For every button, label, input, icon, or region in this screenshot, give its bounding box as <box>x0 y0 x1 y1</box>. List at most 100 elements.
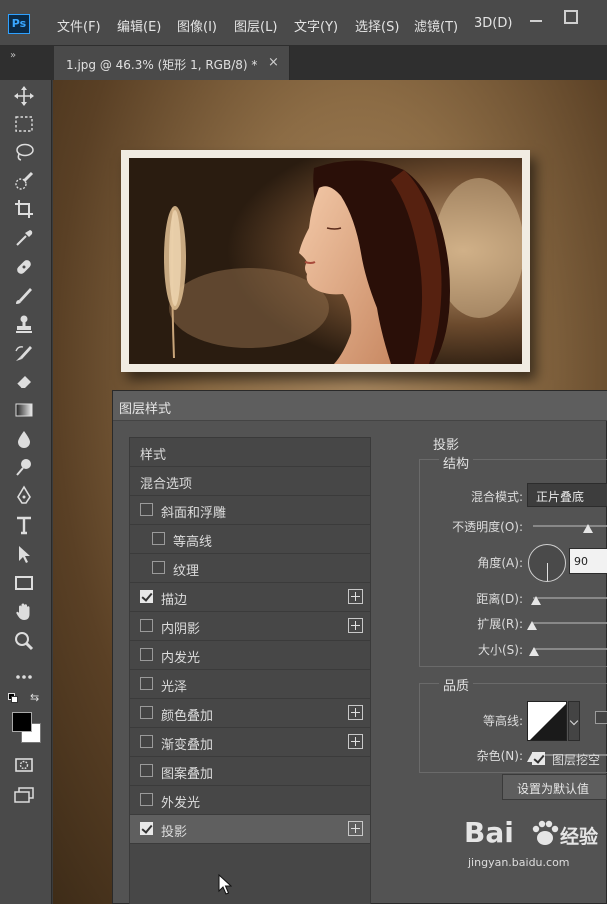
document-tab[interactable]: 1.jpg @ 46.3% (矩形 1, RGB/8) * × <box>54 46 290 80</box>
swap-colors-icon[interactable]: ⇆ <box>30 691 39 704</box>
type-tool-icon[interactable] <box>13 514 39 536</box>
layer-knockout-checkbox[interactable] <box>532 752 545 765</box>
rectangle-tool-icon[interactable] <box>13 572 39 594</box>
photoshop-logo-icon: Ps <box>8 14 30 34</box>
style-list-item-blending-options[interactable]: 混合选项 <box>130 467 370 496</box>
stroke-checkbox[interactable] <box>140 590 153 603</box>
style-list-item-styles[interactable]: 样式 <box>130 438 370 467</box>
angle-dial[interactable] <box>528 544 566 582</box>
anti-aliased-checkbox[interactable] <box>595 711 607 724</box>
style-list-item-texture[interactable]: 纹理 <box>130 554 370 583</box>
style-list-item-inner-glow[interactable]: 内发光 <box>130 641 370 670</box>
menu-edit[interactable]: 编辑(E) <box>117 16 161 35</box>
style-list-item-gradient-overlay[interactable]: 渐变叠加 <box>130 728 370 757</box>
style-list-item-inner-shadow[interactable]: 内阴影 <box>130 612 370 641</box>
menu-type[interactable]: 文字(Y) <box>294 16 338 35</box>
close-tab-icon[interactable]: × <box>268 55 279 70</box>
clone-stamp-tool-icon[interactable] <box>13 313 39 335</box>
screen-mode-icon[interactable] <box>13 784 39 806</box>
menu-image[interactable]: 图像(I) <box>177 16 217 35</box>
distance-slider-thumb[interactable] <box>531 596 541 605</box>
style-list-item-satin[interactable]: 光泽 <box>130 670 370 699</box>
opacity-slider-track[interactable] <box>533 525 607 527</box>
pattern-overlay-checkbox[interactable] <box>140 764 153 777</box>
bevel-emboss-checkbox[interactable] <box>140 503 153 516</box>
menu-3d[interactable]: 3D(D) <box>474 16 512 31</box>
foreground-background-colors[interactable] <box>12 712 42 744</box>
style-list-item-pattern-overlay[interactable]: 图案叠加 <box>130 757 370 786</box>
list-item-label: 投影 <box>161 825 188 840</box>
add-drop-shadow-button[interactable] <box>348 821 363 836</box>
minimize-icon[interactable] <box>528 10 544 26</box>
inner-shadow-checkbox[interactable] <box>140 619 153 632</box>
angle-input[interactable]: 90 <box>569 548 607 574</box>
satin-checkbox[interactable] <box>140 677 153 690</box>
contour-preview[interactable] <box>527 701 567 741</box>
add-stroke-button[interactable] <box>348 589 363 604</box>
list-item-label: 内发光 <box>161 651 201 666</box>
list-item-label: 图案叠加 <box>161 767 214 782</box>
history-brush-tool-icon[interactable] <box>13 342 39 364</box>
brush-tool-icon[interactable] <box>13 284 39 306</box>
dialog-titlebar[interactable]: 图层样式 <box>113 391 607 421</box>
maximize-icon[interactable] <box>564 10 578 24</box>
eraser-tool-icon[interactable] <box>13 370 39 392</box>
tools-panel: ⇆ <box>0 80 52 904</box>
spread-slider-track[interactable] <box>533 622 607 624</box>
contour-checkbox[interactable] <box>152 532 165 545</box>
list-item-label: 样式 <box>140 448 167 463</box>
portrait-photo <box>129 158 522 364</box>
more-tools-icon[interactable] <box>13 666 39 688</box>
marquee-tool-icon[interactable] <box>13 113 39 135</box>
dodge-tool-icon[interactable] <box>13 456 39 478</box>
menu-select[interactable]: 选择(S) <box>355 16 399 35</box>
default-colors-icon[interactable] <box>8 693 18 703</box>
healing-brush-tool-icon[interactable] <box>13 256 39 278</box>
style-list-item-stroke[interactable]: 描边 <box>130 583 370 612</box>
add-gradient-overlay-button[interactable] <box>348 734 363 749</box>
add-color-overlay-button[interactable] <box>348 705 363 720</box>
texture-checkbox[interactable] <box>152 561 165 574</box>
quick-mask-icon[interactable] <box>13 754 39 776</box>
collapse-panels-icon[interactable]: » <box>10 50 16 61</box>
menu-layer[interactable]: 图层(L) <box>234 16 277 35</box>
add-inner-shadow-button[interactable] <box>348 618 363 633</box>
blur-tool-icon[interactable] <box>13 428 39 450</box>
opacity-slider-thumb[interactable] <box>583 524 593 533</box>
zoom-tool-icon[interactable] <box>13 630 39 652</box>
style-list-item-contour[interactable]: 等高线 <box>130 525 370 554</box>
pen-tool-icon[interactable] <box>13 485 39 507</box>
angle-label: 角度(A): <box>477 556 523 570</box>
crop-tool-icon[interactable] <box>13 198 39 220</box>
eyedropper-tool-icon[interactable] <box>13 227 39 249</box>
spread-slider-thumb[interactable] <box>527 621 537 630</box>
lasso-tool-icon[interactable] <box>13 141 39 163</box>
size-slider-thumb[interactable] <box>529 647 539 656</box>
blend-mode-select[interactable]: 正片叠底 <box>527 483 607 507</box>
color-overlay-checkbox[interactable] <box>140 706 153 719</box>
list-item-label: 内阴影 <box>161 622 201 637</box>
style-list-item-outer-glow[interactable]: 外发光 <box>130 786 370 815</box>
gradient-overlay-checkbox[interactable] <box>140 735 153 748</box>
move-tool-icon[interactable] <box>13 85 39 107</box>
style-list-item-color-overlay[interactable]: 颜色叠加 <box>130 699 370 728</box>
list-item-label: 纹理 <box>173 564 200 579</box>
drop-shadow-checkbox[interactable] <box>140 822 153 835</box>
inner-glow-checkbox[interactable] <box>140 648 153 661</box>
style-list-item-drop-shadow[interactable]: 投影 <box>130 815 370 844</box>
quick-select-tool-icon[interactable] <box>13 170 39 192</box>
list-item-label: 描边 <box>161 593 188 608</box>
list-item-label: 等高线 <box>173 535 213 550</box>
size-slider-track[interactable] <box>533 648 607 650</box>
hand-tool-icon[interactable] <box>13 601 39 623</box>
outer-glow-checkbox[interactable] <box>140 793 153 806</box>
make-default-button[interactable]: 设置为默认值 <box>502 774 607 800</box>
path-select-tool-icon[interactable] <box>13 543 39 565</box>
distance-slider-track[interactable] <box>533 597 607 599</box>
menu-file[interactable]: 文件(F) <box>57 16 101 35</box>
style-list-item-bevel-emboss[interactable]: 斜面和浮雕 <box>130 496 370 525</box>
gradient-tool-icon[interactable] <box>13 399 39 421</box>
menu-filter[interactable]: 滤镜(T) <box>414 16 458 35</box>
contour-dropdown-icon[interactable] <box>568 701 580 741</box>
dialog-title: 图层样式 <box>119 402 172 417</box>
